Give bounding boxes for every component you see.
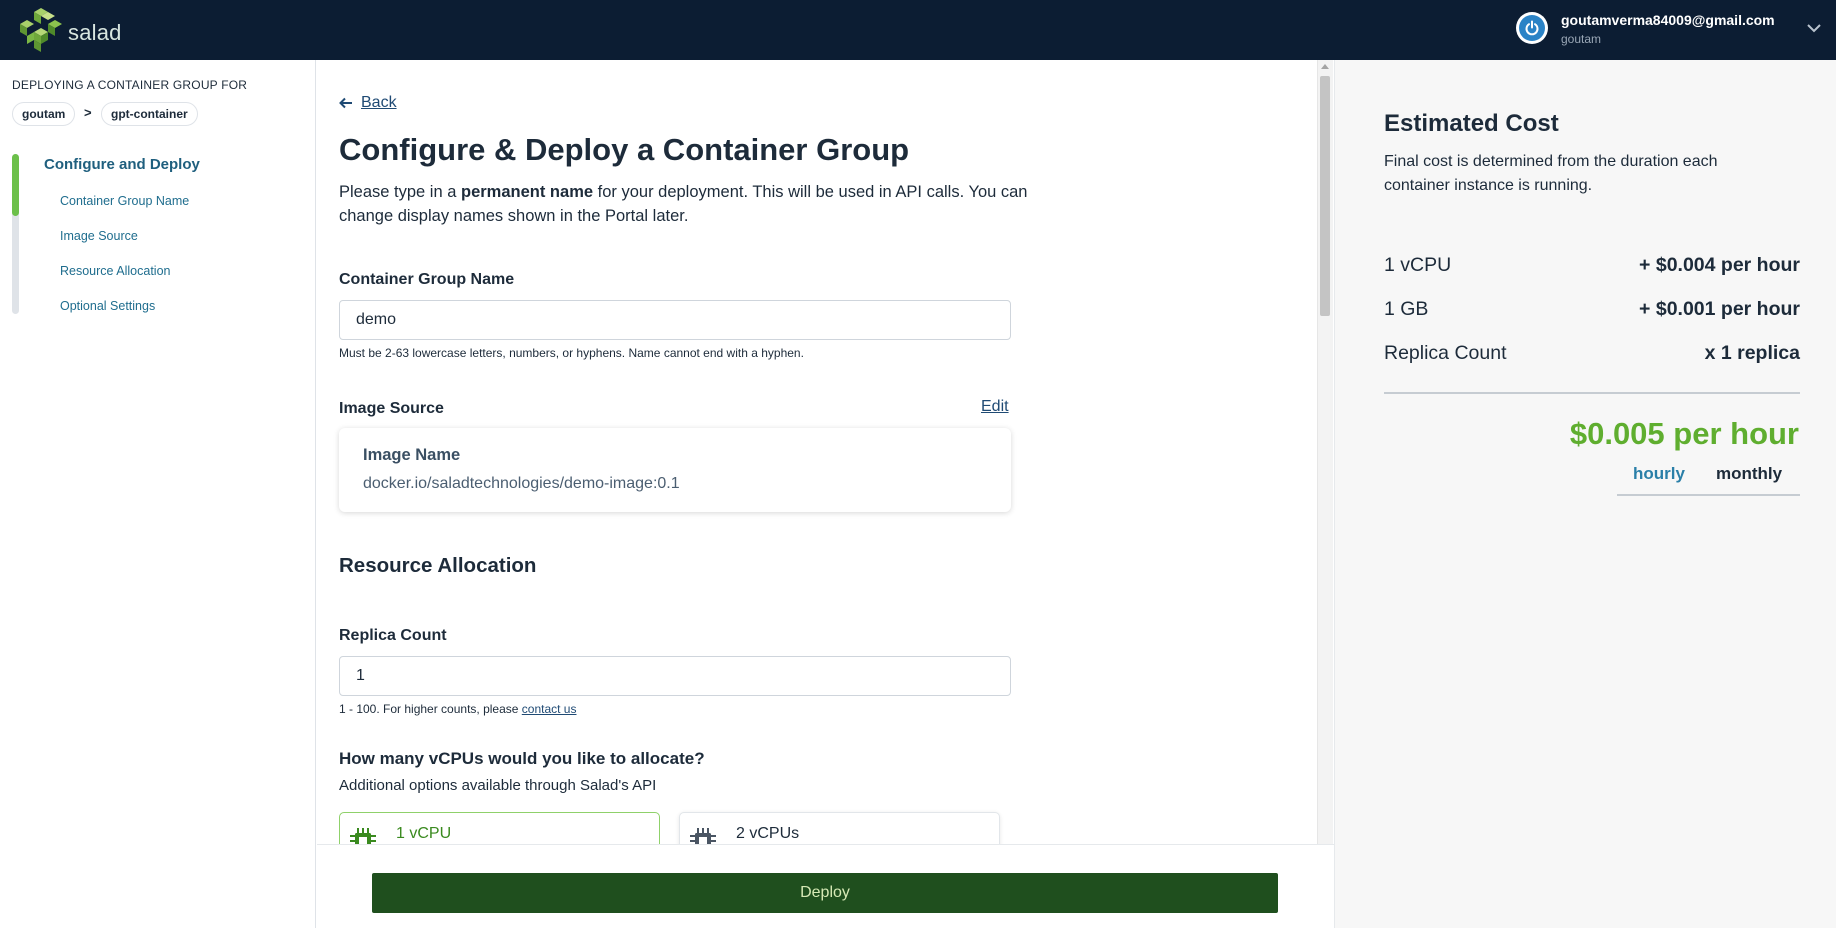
image-source-label: Image Source bbox=[339, 400, 444, 417]
vcpu-subtext: Additional options available through Sal… bbox=[339, 777, 657, 794]
user-name: goutam bbox=[1561, 32, 1602, 46]
top-header: salad goutamverma84009@gmail.com goutam bbox=[0, 0, 1836, 60]
cost-row-memory: 1 GB + $0.001 per hour bbox=[1384, 298, 1800, 321]
image-name-title: Image Name bbox=[363, 446, 461, 464]
user-avatar[interactable] bbox=[1516, 12, 1548, 44]
intro-text: Please type in a permanent name for your… bbox=[339, 180, 1029, 228]
sidebar-item-image-source[interactable]: Image Source bbox=[60, 229, 138, 243]
sidebar: DEPLOYING A CONTAINER GROUP FOR goutam >… bbox=[0, 60, 316, 928]
container-group-name-label: Container Group Name bbox=[339, 271, 515, 288]
salad-logo-icon[interactable] bbox=[20, 6, 62, 52]
cost-row-vcpu: 1 vCPU + $0.004 per hour bbox=[1384, 254, 1800, 277]
container-group-name-help: Must be 2-63 lowercase letters, numbers,… bbox=[339, 346, 804, 360]
cost-divider bbox=[1384, 392, 1800, 394]
contact-us-link[interactable]: contact us bbox=[522, 702, 577, 716]
replica-count-help: 1 - 100. For higher counts, please conta… bbox=[339, 702, 576, 716]
cost-total: $0.005 per hour bbox=[1569, 416, 1799, 451]
scroll-up-arrow-icon[interactable] bbox=[1321, 64, 1329, 69]
nav-title[interactable]: Configure and Deploy bbox=[44, 156, 200, 173]
image-source-card: Image Name docker.io/saladtechnologies/d… bbox=[339, 428, 1011, 512]
power-icon bbox=[1525, 20, 1539, 36]
tab-hourly[interactable]: hourly bbox=[1633, 464, 1685, 484]
logo-text: salad bbox=[68, 20, 122, 45]
nav-progress-active bbox=[12, 154, 19, 216]
page-title: Configure & Deploy a Container Group bbox=[339, 132, 910, 167]
vcpu-option-1-label: 1 vCPU bbox=[396, 825, 452, 842]
sidebar-item-container-group-name[interactable]: Container Group Name bbox=[60, 194, 189, 208]
deploy-caption: DEPLOYING A CONTAINER GROUP FOR bbox=[12, 78, 248, 92]
deploy-bar: Deploy bbox=[317, 844, 1334, 928]
container-group-name-input[interactable] bbox=[339, 300, 1011, 340]
sidebar-item-optional-settings[interactable]: Optional Settings bbox=[60, 299, 155, 313]
period-tabs: hourly monthly bbox=[1617, 462, 1800, 496]
cost-row-value: x 1 replica bbox=[1704, 342, 1800, 364]
breadcrumb-org[interactable]: goutam bbox=[12, 102, 76, 126]
breadcrumb-project[interactable]: gpt-container bbox=[101, 102, 198, 126]
deploy-button[interactable]: Deploy bbox=[372, 873, 1278, 913]
image-name-value: docker.io/saladtechnologies/demo-image:0… bbox=[363, 475, 680, 492]
tab-monthly[interactable]: monthly bbox=[1716, 464, 1782, 484]
estimated-cost-panel: Estimated Cost Final cost is determined … bbox=[1334, 60, 1836, 928]
vcpu-option-2-label: 2 vCPUs bbox=[736, 825, 800, 842]
cost-row-label: Replica Count bbox=[1384, 342, 1507, 364]
replica-help-text: 1 - 100. For higher counts, please bbox=[339, 702, 522, 716]
sidebar-item-resource-allocation[interactable]: Resource Allocation bbox=[60, 264, 170, 278]
resource-allocation-title: Resource Allocation bbox=[339, 554, 537, 577]
chevron-down-icon[interactable] bbox=[1806, 22, 1822, 34]
breadcrumb-separator: > bbox=[84, 105, 92, 120]
edit-image-source-link[interactable]: Edit bbox=[981, 398, 1009, 416]
cost-description: Final cost is determined from the durati… bbox=[1384, 153, 1718, 194]
main-content: Back Configure & Deploy a Container Grou… bbox=[317, 60, 1319, 928]
replica-count-label: Replica Count bbox=[339, 627, 447, 644]
intro-before: Please type in a bbox=[339, 183, 461, 201]
arrow-left-icon bbox=[339, 97, 352, 109]
cost-title: Estimated Cost bbox=[1384, 110, 1559, 137]
user-email[interactable]: goutamverma84009@gmail.com bbox=[1561, 12, 1775, 28]
replica-count-input[interactable] bbox=[339, 656, 1011, 696]
cost-row-value: + $0.001 per hour bbox=[1639, 298, 1800, 320]
cost-row-label: 1 GB bbox=[1384, 298, 1429, 320]
cost-row-replica: Replica Count x 1 replica bbox=[1384, 342, 1800, 365]
cost-row-label: 1 vCPU bbox=[1384, 254, 1452, 276]
cost-row-value: + $0.004 per hour bbox=[1639, 254, 1800, 276]
back-link[interactable]: Back bbox=[339, 94, 397, 112]
back-label[interactable]: Back bbox=[361, 94, 397, 112]
vcpu-question: How many vCPUs would you like to allocat… bbox=[339, 749, 705, 768]
scrollbar-thumb[interactable] bbox=[1320, 76, 1330, 316]
intro-bold: permanent name bbox=[461, 183, 594, 201]
